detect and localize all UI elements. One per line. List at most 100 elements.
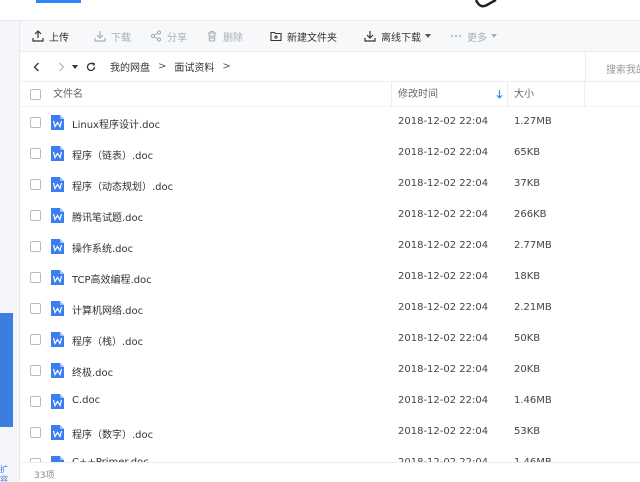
search-input[interactable]: 搜索我的网盘文件 <box>585 52 640 82</box>
upload-button[interactable]: 上传 <box>20 21 78 52</box>
upload-icon <box>32 30 44 42</box>
word-doc-icon <box>51 363 64 378</box>
row-checkbox[interactable] <box>30 179 41 190</box>
file-size: 50KB <box>514 333 541 344</box>
row-checkbox[interactable] <box>30 272 41 283</box>
history-dropdown-button[interactable] <box>70 58 80 76</box>
share-label: 分享 <box>167 32 187 44</box>
delete-label: 删除 <box>223 32 243 44</box>
word-doc-icon <box>51 301 64 316</box>
file-modified-time: 2018-12-02 22:04 <box>398 178 489 189</box>
toolbar: 上传 下载 分享 删除 新建文件夹 离线下载 更多 <box>20 21 640 52</box>
top-navigation-strip <box>0 0 640 21</box>
file-modified-time: 2018-12-02 22:04 <box>398 364 489 375</box>
file-modified-time: 2018-12-02 22:04 <box>398 302 489 313</box>
table-row[interactable]: TCP高效编程.doc 2018-12-02 22:04 18KB <box>20 262 640 293</box>
row-checkbox[interactable] <box>30 303 41 314</box>
word-doc-icon <box>51 146 64 161</box>
arrow-down-icon[interactable] <box>496 90 503 99</box>
table-row[interactable]: C++Primer.doc2018-12-02 22:041.46MB <box>20 448 640 462</box>
row-checkbox[interactable] <box>30 148 41 159</box>
file-name[interactable]: TCP高效编程.doc <box>72 271 152 286</box>
file-name[interactable]: Linux程序设计.doc <box>72 116 160 131</box>
delete-button[interactable]: 删除 <box>196 21 252 52</box>
file-name[interactable]: 计算机网络.doc <box>72 302 143 317</box>
table-row[interactable]: 程序（链表）.doc 2018-12-02 22:04 65KB <box>20 138 640 169</box>
file-size: 266KB <box>514 209 547 220</box>
word-doc-icon <box>51 177 64 192</box>
file-modified-time: 2018-12-02 22:04 <box>398 333 489 344</box>
table-row[interactable]: 操作系统.doc 2018-12-02 22:04 2.77MB <box>20 231 640 262</box>
file-modified-time: 2018-12-02 22:04 <box>398 240 489 251</box>
new-folder-label: 新建文件夹 <box>287 32 337 44</box>
offline-download-icon <box>364 31 376 42</box>
row-checkbox[interactable] <box>30 396 41 407</box>
chevron-right-icon <box>59 62 65 71</box>
file-size: 20KB <box>514 364 541 375</box>
row-checkbox[interactable] <box>30 210 41 221</box>
back-button[interactable] <box>28 58 46 76</box>
chevron-down-icon <box>425 34 431 38</box>
word-doc-icon <box>51 270 64 285</box>
word-doc-icon <box>51 332 64 347</box>
table-row[interactable]: 终极.doc 2018-12-02 22:04 20KB <box>20 355 640 386</box>
column-divider <box>507 82 508 107</box>
file-modified-time: 2018-12-02 22:04 <box>398 271 489 282</box>
new-folder-icon <box>270 31 282 42</box>
sidebar-promo-banner[interactable] <box>0 313 13 427</box>
file-name[interactable]: 程序（链表）.doc <box>72 147 153 162</box>
offline-download-button[interactable]: 离线下载 <box>346 21 440 52</box>
more-button[interactable]: 更多 <box>440 21 506 52</box>
more-label: 更多 <box>467 32 487 44</box>
file-name[interactable]: 操作系统.doc <box>72 240 133 255</box>
download-button[interactable]: 下载 <box>78 21 140 52</box>
file-list-header: 文件名 修改时间 大小 <box>20 82 640 107</box>
row-checkbox[interactable] <box>30 117 41 128</box>
word-doc-icon <box>51 394 64 409</box>
file-name[interactable]: C.doc <box>72 395 100 406</box>
upload-label: 上传 <box>49 32 69 44</box>
caret-down-icon <box>72 64 78 69</box>
file-modified-time: 2018-12-02 22:04 <box>398 147 489 158</box>
breadcrumb-current-folder[interactable]: 面试资料 <box>174 59 214 74</box>
trash-icon <box>208 30 216 42</box>
file-name[interactable]: 程序（栈）.doc <box>72 333 143 348</box>
file-size: 2.77MB <box>514 240 552 251</box>
column-header-size[interactable]: 大小 <box>514 82 534 107</box>
table-row[interactable]: 程序（数字）.doc 2018-12-02 22:04 53KB <box>20 417 640 448</box>
share-button[interactable]: 分享 <box>140 21 196 52</box>
word-doc-icon <box>51 239 64 254</box>
file-name[interactable]: 终极.doc <box>72 364 113 379</box>
forward-button[interactable] <box>52 58 70 76</box>
breadcrumb-separator: > <box>222 61 231 72</box>
breadcrumb-root[interactable]: 我的网盘 <box>110 59 150 74</box>
row-checkbox[interactable] <box>30 365 41 376</box>
column-header-name[interactable]: 文件名 <box>53 82 83 107</box>
new-folder-button[interactable]: 新建文件夹 <box>252 21 346 52</box>
refresh-icon <box>86 61 96 71</box>
file-modified-time: 2018-12-02 22:04 <box>398 209 489 220</box>
select-all-checkbox[interactable] <box>30 89 41 100</box>
file-name[interactable]: 程序（数字）.doc <box>72 426 153 441</box>
table-row[interactable]: 程序（栈）.doc 2018-12-02 22:04 50KB <box>20 324 640 355</box>
more-dots-icon <box>451 35 461 37</box>
table-row[interactable]: 腾讯笔试题.doc 2018-12-02 22:04 266KB <box>20 200 640 231</box>
sidebar-expand-link[interactable]: 扩容 <box>0 465 13 482</box>
file-name[interactable]: 程序（动态规划）.doc <box>72 178 173 193</box>
share-icon <box>150 30 162 42</box>
status-bar: 33项 <box>20 462 640 482</box>
file-size: 2.21MB <box>514 302 552 313</box>
left-sidebar-edge: 扩容 <box>0 21 20 482</box>
row-checkbox[interactable] <box>30 241 41 252</box>
column-divider <box>584 82 585 107</box>
table-row[interactable]: 程序（动态规划）.doc 2018-12-02 22:04 37KB <box>20 169 640 200</box>
table-row[interactable]: 计算机网络.doc 2018-12-02 22:04 2.21MB <box>20 293 640 324</box>
refresh-button[interactable] <box>82 58 100 76</box>
file-name[interactable]: 腾讯笔试题.doc <box>72 209 143 224</box>
table-row[interactable]: C.doc 2018-12-02 22:04 1.46MB <box>20 386 640 417</box>
row-checkbox[interactable] <box>30 334 41 345</box>
table-row[interactable]: Linux程序设计.doc 2018-12-02 22:04 1.27MB <box>20 107 640 138</box>
row-checkbox[interactable] <box>30 427 41 438</box>
column-header-time[interactable]: 修改时间 <box>398 82 438 107</box>
download-label: 下载 <box>111 32 131 44</box>
